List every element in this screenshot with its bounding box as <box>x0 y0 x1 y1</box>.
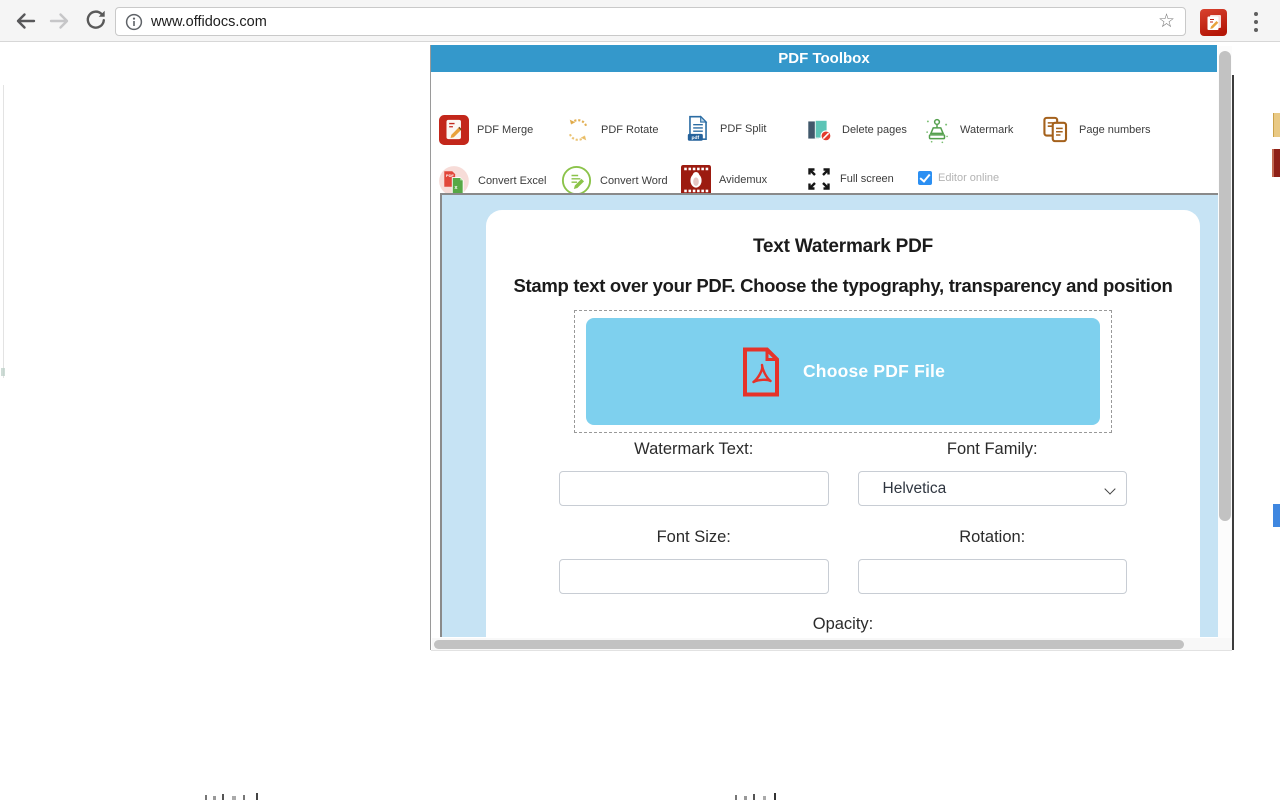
browser-menu-button[interactable] <box>1243 8 1269 36</box>
clipped-text-fragment <box>735 795 737 800</box>
tool-page-numbers[interactable]: Page numbers <box>1040 114 1151 145</box>
offidocs-extension-button[interactable] <box>1200 9 1227 36</box>
clipped-text-fragment <box>763 796 766 800</box>
clipped-text-fragment <box>256 793 258 800</box>
editor-online-label: Editor online <box>938 172 1000 184</box>
clipped-icon-sliver <box>1272 149 1280 177</box>
tool-label: Convert Excel <box>478 175 547 187</box>
watermark-form: Watermark Text: Font Family: Helvetica F… <box>486 440 1200 594</box>
pdf-rotate-icon <box>568 119 588 141</box>
url-bar[interactable]: www.offidocs.com ☆ <box>115 7 1186 36</box>
tool-label: Delete pages <box>842 124 907 136</box>
tool-convert-word[interactable]: Convert Word <box>561 165 668 196</box>
avidemux-film-icon <box>681 165 711 195</box>
pdf-split-icon: pdf <box>687 115 708 141</box>
page-left-rule <box>3 85 4 378</box>
delete-pages-icon <box>808 119 832 142</box>
reload-button[interactable] <box>81 7 111 37</box>
editor-online-checkbox[interactable] <box>918 171 932 185</box>
reload-icon <box>86 10 105 29</box>
svg-text:pdf: pdf <box>692 135 700 141</box>
tool-pdf-rotate[interactable]: PDF Rotate <box>563 115 658 145</box>
tool-label: PDF Merge <box>477 124 534 136</box>
app-title: PDF Toolbox <box>778 50 870 67</box>
clipped-text-fragment <box>753 794 755 800</box>
pdf-merge-icon <box>439 115 469 145</box>
convert-word-icon <box>561 165 592 196</box>
choose-pdf-file-button[interactable]: Choose PDF File <box>586 318 1100 425</box>
font-size-input[interactable] <box>559 559 829 594</box>
panel-title: Text Watermark PDF <box>752 236 934 257</box>
clipped-text-fragment <box>222 794 224 800</box>
tool-label: Avidemux <box>719 174 768 186</box>
url-text: www.offidocs.com <box>151 13 267 30</box>
page-left-artifact <box>1 368 5 376</box>
tool-label: Page numbers <box>1079 123 1151 136</box>
pdf-file-icon <box>742 347 779 396</box>
choose-pdf-file-label: Choose PDF File <box>802 361 946 381</box>
clipped-text-fragment <box>744 796 747 800</box>
clipped-text-fragment <box>232 796 236 800</box>
watermark-card: Text Watermark PDF Stamp text over your … <box>486 210 1200 637</box>
tool-label: PDF Split <box>720 123 767 135</box>
upload-dropzone: Choose PDF File <box>574 310 1112 433</box>
clipped-text-fragment <box>213 796 216 800</box>
tool-pdf-merge[interactable]: PDF Merge <box>439 115 533 145</box>
back-button[interactable] <box>10 7 40 37</box>
rotation-input[interactable] <box>857 559 1127 594</box>
clipped-icon-sliver <box>1273 504 1280 527</box>
tool-label: PDF Rotate <box>601 124 659 136</box>
tool-label: Convert Word <box>600 174 668 187</box>
back-arrow-icon <box>16 13 36 29</box>
info-icon[interactable] <box>125 13 143 31</box>
watermark-text-input[interactable] <box>559 471 829 506</box>
tool-full-screen[interactable]: Full screen <box>806 166 894 192</box>
tool-label: Full screen <box>840 173 894 185</box>
tool-label: Watermark <box>960 124 1014 136</box>
page-numbers-icon <box>1043 116 1068 143</box>
panel-subtitle: Stamp text over your PDF. Choose the typ… <box>513 275 1173 296</box>
fullscreen-arrows-icon <box>808 168 830 190</box>
horizontal-scrollbar-thumb[interactable] <box>434 639 1184 649</box>
font-family-select-wrap: Helvetica <box>857 471 1127 506</box>
opacity-label: Opacity: <box>812 615 874 633</box>
tool-watermark[interactable]: Watermark <box>922 115 1013 145</box>
window-right-edge <box>1232 75 1234 650</box>
app-title-bar: PDF Toolbox <box>431 45 1217 72</box>
font-family-label: Font Family: <box>946 440 1038 458</box>
forward-arrow-icon <box>49 13 69 29</box>
browser-toolbar: www.offidocs.com ☆ <box>0 0 1280 42</box>
watermark-stamp-icon <box>926 118 948 144</box>
clipped-icon-sliver <box>1273 113 1280 137</box>
horizontal-scrollbar[interactable] <box>432 638 1232 650</box>
clipped-text-fragment <box>205 795 207 800</box>
font-size-label: Font Size: <box>656 528 731 546</box>
window-bottom-edge <box>431 650 1232 651</box>
bookmark-star-icon[interactable]: ☆ <box>1158 12 1175 31</box>
tool-avidemux[interactable]: Avidemux <box>681 165 767 195</box>
tool-content-frame: Text Watermark PDF Stamp text over your … <box>440 193 1218 637</box>
clipped-text-fragment <box>243 795 245 800</box>
tool-pdf-split[interactable]: pdf PDF Split <box>684 114 766 144</box>
font-family-select[interactable]: Helvetica <box>857 471 1127 506</box>
editor-online-toggle[interactable]: Editor online <box>918 171 999 185</box>
tool-delete-pages[interactable]: Delete pages <box>804 115 907 145</box>
pdf-toolbox-window: PDF Toolbox PDF Merge PDF Rotate pdf PDF… <box>430 45 1234 651</box>
watermark-text-label: Watermark Text: <box>634 440 754 458</box>
extension-doc-pencil-icon <box>1207 15 1221 30</box>
rotation-label: Rotation: <box>959 528 1026 546</box>
vertical-scrollbar[interactable] <box>1218 46 1232 638</box>
vertical-scrollbar-thumb[interactable] <box>1219 51 1231 521</box>
clipped-text-fragment <box>774 793 776 800</box>
forward-button[interactable] <box>45 7 75 37</box>
